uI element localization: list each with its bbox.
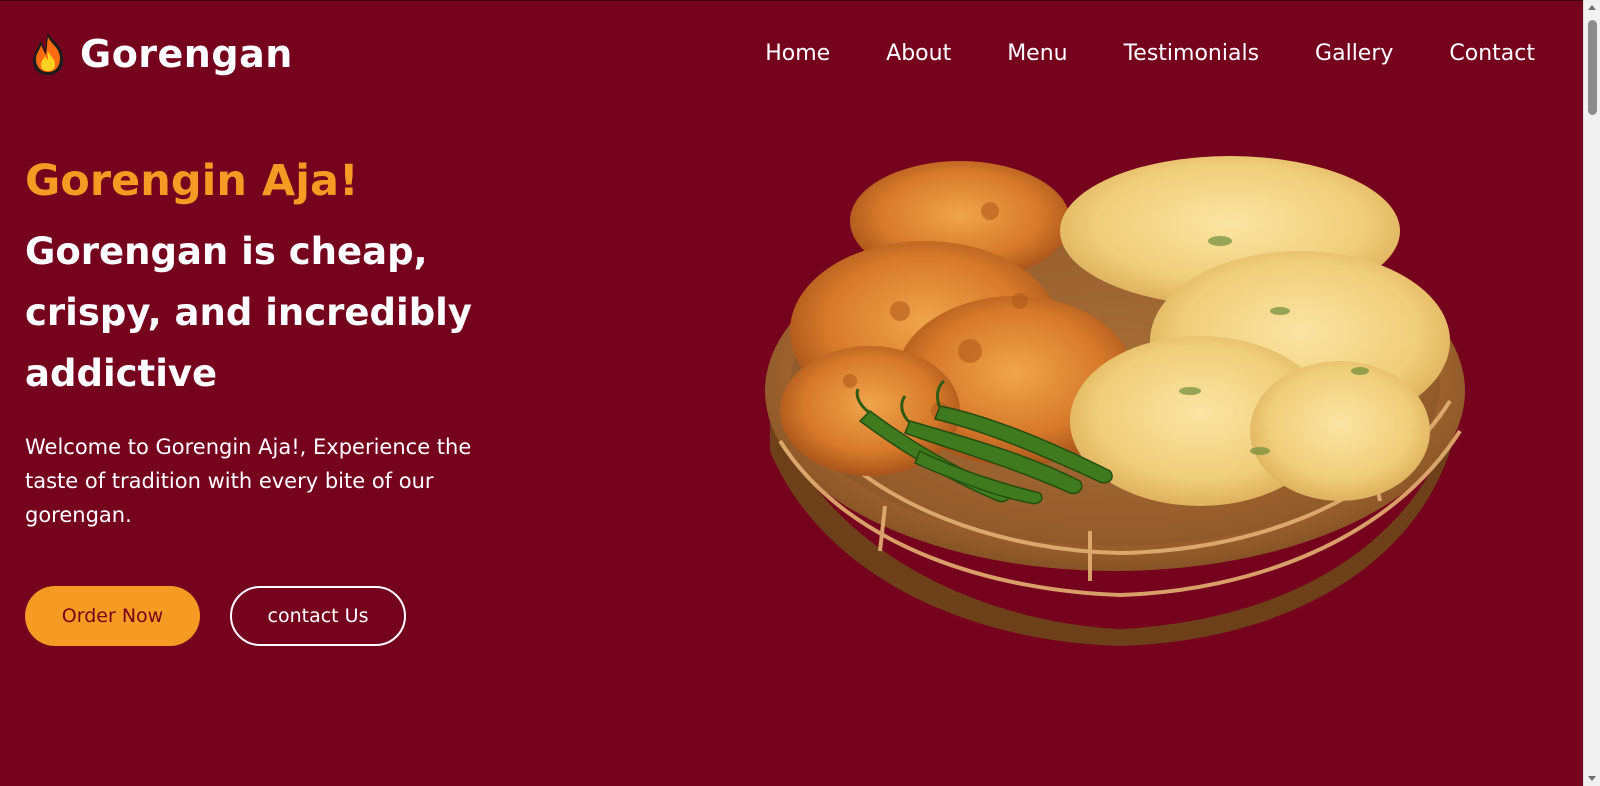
brand-name: Gorengan [80,32,293,76]
nav-testimonials[interactable]: Testimonials [1124,41,1259,66]
gorengan-basket-image [765,156,1465,646]
scrollbar-thumb[interactable] [1588,20,1597,115]
nav-menu[interactable]: Menu [1007,41,1067,66]
hero-section: Gorengin Aja! Gorengan is cheap, crispy,… [25,151,565,532]
hero-kicker: Gorengin Aja! [25,156,359,206]
contact-us-button[interactable]: contact Us [230,586,406,646]
hero-lead: Welcome to Gorengin Aja!, Experience the… [25,435,472,527]
main-nav: Home About Menu Testimonials Gallery Con… [765,41,1535,66]
brand-logo[interactable]: Gorengan [28,31,293,77]
landing-page: Gorengan Home About Menu Testimonials Ga… [0,0,1583,786]
hero-actions: Order Now contact Us [25,586,406,646]
vertical-scrollbar[interactable] [1583,0,1600,786]
order-now-button[interactable]: Order Now [25,586,200,646]
nav-gallery[interactable]: Gallery [1315,41,1393,66]
fire-icon [32,33,64,75]
scroll-up-arrow-icon[interactable] [1588,5,1596,10]
scroll-down-arrow-icon[interactable] [1588,776,1596,781]
site-header: Gorengan Home About Menu Testimonials Ga… [0,1,1583,111]
nav-home[interactable]: Home [765,41,830,66]
nav-about[interactable]: About [886,41,951,66]
hero-headline: Gorengan is cheap, crispy, and incredibl… [25,230,472,395]
nav-contact[interactable]: Contact [1449,41,1535,66]
